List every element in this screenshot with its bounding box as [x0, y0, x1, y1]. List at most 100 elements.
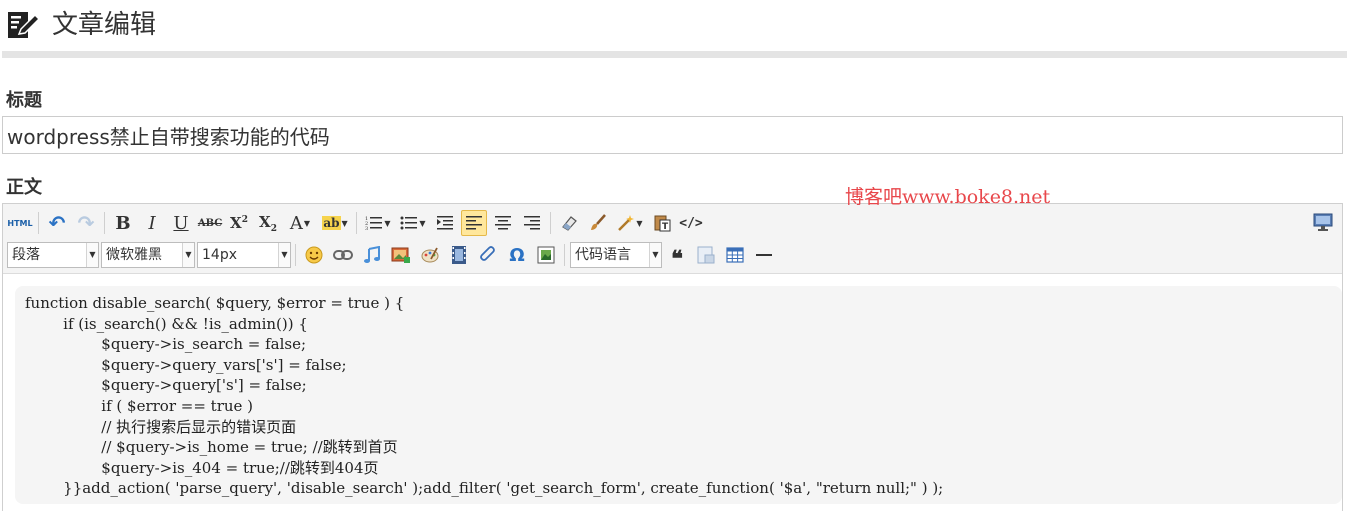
code-language-select-value: 代码语言 [575, 247, 631, 263]
title-label: 标题 [6, 90, 42, 111]
undo-button[interactable]: ↶ [44, 210, 70, 236]
music-button[interactable] [359, 242, 385, 268]
align-center-icon [495, 216, 511, 230]
code-line: $query->is_404 = true;//跳转到404页 [25, 458, 379, 477]
underline-button[interactable]: U [168, 210, 194, 236]
font-color-button[interactable]: A ▼ [284, 210, 316, 236]
palette-icon [421, 247, 439, 263]
font-size-select[interactable]: 14px ▼ [197, 242, 291, 268]
insert-frame-button[interactable] [533, 242, 559, 268]
code-line: // 执行搜索后显示的错误页面 [25, 417, 297, 436]
title-input[interactable] [2, 116, 1343, 154]
svg-text:T: T [662, 222, 669, 232]
code-line: // $query->is_home = true; //跳转到首页 [25, 438, 398, 457]
magic-wand-icon [618, 215, 635, 231]
font-color-icon: A [289, 212, 303, 234]
format-painter-button[interactable] [585, 210, 611, 236]
watermark-text: 博客吧www.boke8.net [845, 186, 1051, 208]
chevron-down-icon: ▼ [182, 243, 194, 267]
toolbar-separator [356, 212, 357, 234]
horizontal-rule-icon [756, 254, 772, 256]
html-icon: HTML [7, 218, 33, 228]
subscript-button[interactable]: X2 [255, 210, 281, 236]
header-divider [2, 51, 1347, 58]
code-language-select[interactable]: 代码语言 ▼ [570, 242, 662, 268]
emoticon-button[interactable] [301, 242, 327, 268]
blockquote-button[interactable]: ❝ [664, 242, 690, 270]
page-title: 文章编辑 [52, 10, 157, 40]
paste-text-button[interactable]: T [649, 210, 675, 236]
horizontal-rule-button[interactable] [751, 242, 777, 268]
superscript-button[interactable]: X2 [226, 210, 252, 236]
align-left-icon [466, 216, 482, 230]
align-center-button[interactable] [490, 210, 516, 236]
code-icon: </> [679, 215, 703, 231]
monitor-icon [1313, 213, 1333, 231]
link-icon [333, 250, 353, 260]
image-icon [391, 247, 410, 263]
toolbar-row-1: HTML ↶ ↷ B I U ABC X2 X2 A▼ ab▼ 123 ▼ [7, 208, 707, 238]
fullscreen-button[interactable] [1312, 212, 1334, 232]
code-line: if ( $error == true ) [25, 396, 254, 415]
subscript-icon: X2 [259, 212, 277, 234]
attachment-button[interactable] [475, 242, 501, 268]
special-char-button[interactable]: Ω [504, 242, 530, 268]
font-family-select-value: 微软雅黑 [106, 247, 162, 263]
word-image-button[interactable] [693, 242, 719, 268]
video-button[interactable] [446, 242, 472, 268]
paste-text-icon: T [654, 215, 671, 232]
chevron-down-icon: ▼ [278, 243, 290, 267]
code-line: $query->is_search = false; [25, 335, 307, 354]
highlight-button[interactable]: ab ▼ [319, 210, 351, 236]
omega-icon: Ω [509, 244, 525, 266]
chevron-down-icon: ▼ [384, 218, 391, 228]
font-family-select[interactable]: 微软雅黑 ▼ [101, 242, 195, 268]
chevron-down-icon: ▼ [419, 218, 426, 228]
eraser-button[interactable] [556, 210, 582, 236]
bold-button[interactable]: B [110, 210, 136, 236]
html-source-button[interactable]: HTML [7, 210, 33, 236]
image-button[interactable] [388, 242, 414, 268]
code-line: if (is_search() && !is_admin()) { [25, 314, 308, 333]
align-right-icon [524, 216, 540, 230]
indent-button[interactable] [432, 210, 458, 236]
paragraph-select-value: 段落 [12, 247, 40, 263]
svg-text:3: 3 [365, 226, 368, 231]
underline-icon: U [173, 212, 189, 234]
align-right-button[interactable] [519, 210, 545, 236]
strikethrough-button[interactable]: ABC [197, 210, 223, 236]
edit-document-icon [8, 12, 41, 38]
editor-toolbar: HTML ↶ ↷ B I U ABC X2 X2 A▼ ab▼ 123 ▼ [3, 204, 1342, 274]
redo-button[interactable]: ↷ [73, 210, 99, 236]
chevron-down-icon: ▼ [86, 243, 98, 267]
paragraph-select[interactable]: 段落 ▼ [7, 242, 99, 268]
smiley-icon [305, 246, 323, 264]
link-button[interactable] [330, 242, 356, 268]
italic-button[interactable]: I [139, 210, 165, 236]
music-icon [364, 246, 380, 263]
align-left-button[interactable] [461, 210, 487, 236]
redo-icon: ↷ [77, 211, 95, 235]
code-line: $query->query_vars['s'] = false; [25, 355, 347, 374]
body-label: 正文 [6, 177, 42, 198]
toolbar-separator [295, 244, 296, 266]
page-header: 文章编辑 [0, 0, 1347, 58]
paperclip-icon [480, 246, 495, 261]
table-button[interactable] [722, 242, 748, 268]
superscript-icon: X2 [230, 214, 248, 232]
ordered-list-button[interactable]: 123 ▼ [362, 210, 394, 236]
chevron-down-icon: ▼ [341, 218, 348, 228]
eraser-icon [562, 216, 577, 231]
undo-icon: ↶ [48, 211, 66, 235]
paint-button[interactable] [417, 242, 443, 268]
font-size-select-value: 14px [202, 247, 237, 263]
unordered-list-button[interactable]: ▼ [397, 210, 429, 236]
magic-format-button[interactable]: ▼ [614, 210, 646, 236]
toolbar-row-2: 段落 ▼ 微软雅黑 ▼ 14px ▼ Ω 代码语言 ▼ ❝ [7, 240, 780, 270]
code-block[interactable]: function disable_search( $query, $error … [15, 286, 1342, 504]
toolbar-separator [38, 212, 39, 234]
unordered-list-icon [400, 216, 418, 230]
code-view-button[interactable]: </> [678, 210, 704, 236]
toolbar-separator [550, 212, 551, 234]
code-line: }}add_action( 'parse_query', 'disable_se… [25, 479, 944, 498]
